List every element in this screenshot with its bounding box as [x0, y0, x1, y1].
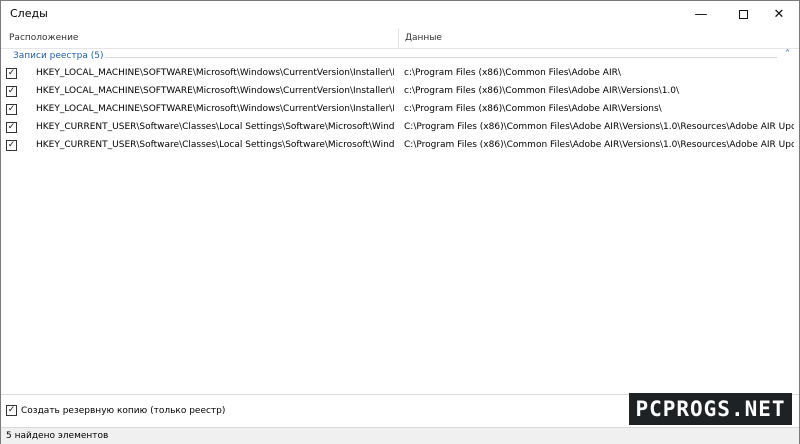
- close-icon: ✕: [773, 6, 785, 22]
- group-header-registry[interactable]: Записи реестра (5) ˄: [1, 49, 799, 65]
- status-text: 5 найдено элементов: [6, 431, 109, 441]
- column-divider[interactable]: [398, 28, 399, 48]
- row-checkbox[interactable]: ✓: [6, 140, 17, 151]
- minimize-icon: —: [694, 6, 708, 22]
- minimize-button[interactable]: —: [684, 1, 718, 27]
- traces-list: ✓ HKEY_LOCAL_MACHINE\SOFTWARE\Microsoft\…: [1, 65, 799, 155]
- backup-checkbox[interactable]: ✓: [6, 405, 17, 416]
- list-item[interactable]: ✓ HKEY_LOCAL_MACHINE\SOFTWARE\Microsoft\…: [1, 101, 799, 119]
- status-bar: 5 найдено элементов: [1, 427, 799, 444]
- row-checkbox[interactable]: ✓: [6, 86, 17, 97]
- row-data: c:\Program Files (x86)\Common Files\Adob…: [404, 68, 621, 78]
- traces-window: Следы — ✕ Расположение Данные Записи рее…: [0, 0, 800, 444]
- row-data: C:\Program Files (x86)\Common Files\Adob…: [404, 122, 794, 132]
- list-header: Расположение Данные: [1, 28, 799, 49]
- row-checkbox[interactable]: ✓: [6, 104, 17, 115]
- window-title: Следы: [10, 7, 48, 20]
- close-button[interactable]: ✕: [762, 1, 796, 27]
- column-header-data[interactable]: Данные: [405, 33, 442, 43]
- row-location: HKEY_LOCAL_MACHINE\SOFTWARE\Microsoft\Wi…: [36, 68, 394, 78]
- row-location: HKEY_CURRENT_USER\Software\Classes\Local…: [36, 122, 394, 132]
- watermark-logo: PCPROGS.NET: [629, 393, 792, 425]
- column-header-location[interactable]: Расположение: [9, 33, 78, 43]
- backup-label[interactable]: Создать резервную копию (только реестр): [21, 406, 225, 416]
- row-location: HKEY_LOCAL_MACHINE\SOFTWARE\Microsoft\Wi…: [36, 86, 394, 96]
- list-item[interactable]: ✓ HKEY_CURRENT_USER\Software\Classes\Loc…: [1, 119, 799, 137]
- row-location: HKEY_CURRENT_USER\Software\Classes\Local…: [36, 140, 394, 150]
- list-item[interactable]: ✓ HKEY_LOCAL_MACHINE\SOFTWARE\Microsoft\…: [1, 65, 799, 83]
- list-item[interactable]: ✓ HKEY_LOCAL_MACHINE\SOFTWARE\Microsoft\…: [1, 83, 799, 101]
- chevron-up-icon[interactable]: ˄: [785, 49, 790, 60]
- row-checkbox[interactable]: ✓: [6, 122, 17, 133]
- row-location: HKEY_LOCAL_MACHINE\SOFTWARE\Microsoft\Wi…: [36, 104, 394, 114]
- group-divider: [105, 57, 777, 58]
- row-data: C:\Program Files (x86)\Common Files\Adob…: [404, 140, 794, 150]
- row-data: c:\Program Files (x86)\Common Files\Adob…: [404, 86, 680, 96]
- row-data: c:\Program Files (x86)\Common Files\Adob…: [404, 104, 662, 114]
- group-label: Записи реестра (5): [13, 51, 104, 61]
- list-item[interactable]: ✓ HKEY_CURRENT_USER\Software\Classes\Loc…: [1, 137, 799, 155]
- maximize-icon: [738, 9, 748, 19]
- title-bar[interactable]: Следы — ✕: [1, 1, 799, 27]
- maximize-button[interactable]: [726, 1, 760, 27]
- row-checkbox[interactable]: ✓: [6, 68, 17, 79]
